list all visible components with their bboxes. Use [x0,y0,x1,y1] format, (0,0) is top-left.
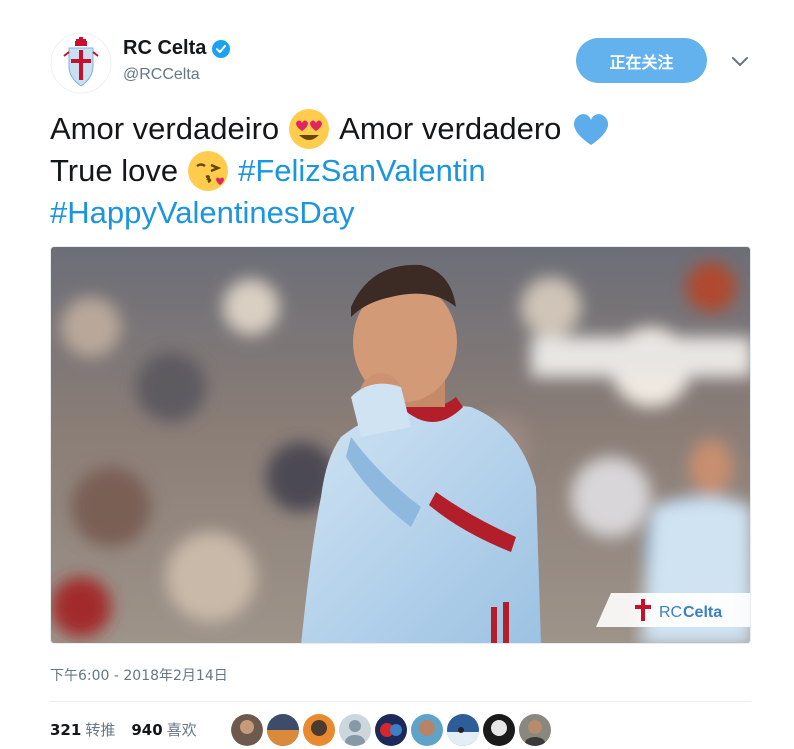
player-photo-illustration: RC Celta [51,247,750,643]
tweet-text: Amor verdadeiro Amor verdadero True love… [50,108,770,234]
retweets-stat[interactable]: 321 转推 [50,719,115,740]
tweet-photo[interactable]: RC Celta [50,246,751,644]
tweet-line-3: #HappyValentinesDay [50,192,770,234]
tweet-text-spanish: Amor verdadero [339,111,562,146]
watermark-rc: RC [659,604,682,621]
following-button[interactable]: 正在关注 [576,38,707,83]
tweet-timestamp[interactable]: 下午6:00 - 2018年2月14日 [50,665,228,685]
account-name[interactable]: RC Celta [123,37,206,60]
liker-avatar[interactable] [267,714,299,746]
likes-label: 喜欢 [166,721,197,739]
liker-avatar[interactable] [519,714,551,746]
hashtag-feliz-san-valentin[interactable]: #FelizSanValentin [238,150,486,192]
likes-stat[interactable]: 940 喜欢 [131,719,196,740]
account-name-row[interactable]: RC Celta [123,37,231,60]
heart-eyes-emoji-icon [289,109,330,149]
watermark-celta: Celta [683,604,722,621]
liker-avatar[interactable] [483,714,515,746]
tweet-line-2: True love #FelizSanValentin [50,150,770,192]
liker-avatar[interactable] [375,714,407,746]
liker-avatar[interactable] [231,714,263,746]
tweet-text-english: True love [50,153,179,188]
liker-avatar[interactable] [339,714,371,746]
liker-avatar[interactable] [411,714,443,746]
chevron-down-icon[interactable] [730,54,750,70]
liker-avatar[interactable] [447,714,479,746]
verified-badge-icon [212,39,231,58]
divider [50,701,751,702]
liker-avatar[interactable] [303,714,335,746]
hashtag-happy-valentines-day[interactable]: #HappyValentinesDay [50,192,354,234]
tweet-line-1: Amor verdadeiro Amor verdadero [50,108,770,150]
likes-count: 940 [131,721,163,739]
tweet-text-galician: Amor verdadeiro [50,111,280,146]
account-handle[interactable]: @RCCelta [123,66,200,84]
retweets-label: 转推 [85,721,116,739]
kissing-face-emoji-icon [188,151,229,191]
celta-crest-icon [50,32,112,94]
retweets-count: 321 [50,721,82,739]
tweet-stats: 321 转推 940 喜欢 [50,719,213,740]
likers-avatars [231,714,551,746]
account-avatar[interactable] [50,32,112,94]
blue-heart-emoji-icon [574,114,609,145]
